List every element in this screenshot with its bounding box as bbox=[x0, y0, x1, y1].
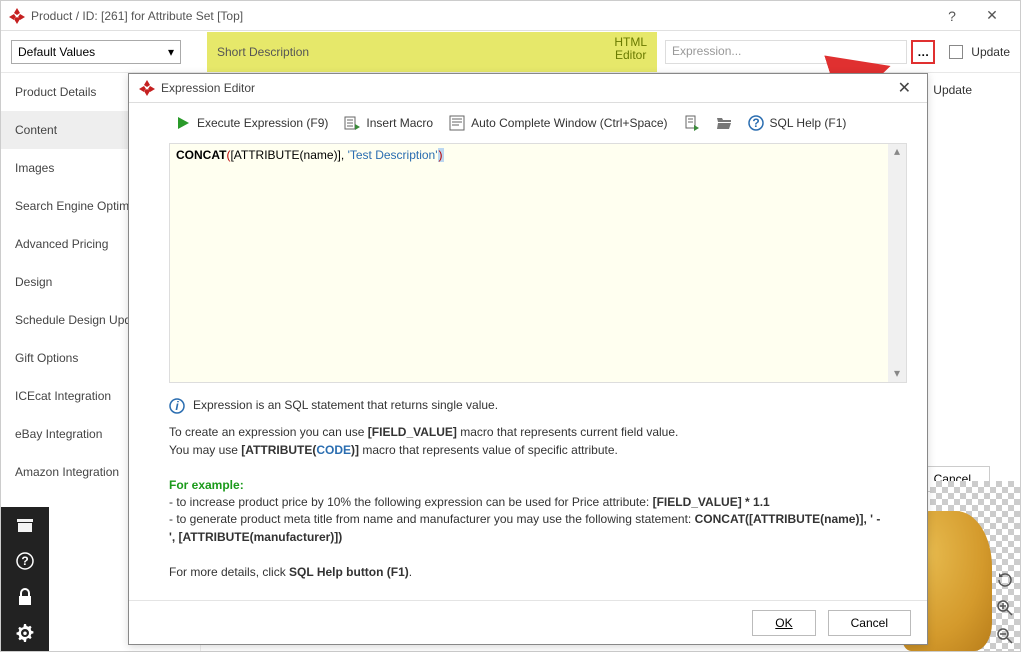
help-info-text: Expression is an SQL statement that retu… bbox=[193, 397, 498, 414]
help-for-example: For example: bbox=[169, 477, 887, 494]
help-example-1: - to increase product price by 10% the f… bbox=[169, 494, 887, 511]
insert-macro-icon bbox=[344, 115, 360, 131]
svg-text:?: ? bbox=[21, 554, 28, 568]
help-line-2: You may use [ATTRIBUTE(CODE)] macro that… bbox=[169, 442, 887, 459]
gear-icon[interactable] bbox=[1, 615, 49, 651]
dialog-footer: OK Cancel bbox=[129, 600, 927, 644]
archive-icon[interactable] bbox=[1, 507, 49, 543]
editor-scrollbar[interactable]: ▴ ▾ bbox=[888, 144, 906, 382]
top-row: Default Values ▾ Short Description HTML … bbox=[1, 31, 1020, 73]
help-line-1: To create an expression you can use [FIE… bbox=[169, 424, 887, 441]
expression-input[interactable]: Expression... bbox=[665, 40, 907, 64]
zoom-in-icon[interactable] bbox=[996, 599, 1014, 617]
script-icon bbox=[684, 115, 700, 131]
rotate-icon[interactable] bbox=[996, 571, 1014, 589]
auto-complete-button[interactable]: Auto Complete Window (Ctrl+Space) bbox=[443, 111, 673, 135]
dialog-toolbar: Execute Expression (F9) Insert Macro Aut… bbox=[129, 103, 927, 143]
help-more: For more details, click SQL Help button … bbox=[169, 564, 887, 581]
toolbar-open-button[interactable] bbox=[710, 111, 738, 135]
expression-editor-dialog: Expression Editor ✕ Execute Expression (… bbox=[128, 73, 928, 645]
execute-expression-button[interactable]: Execute Expression (F9) bbox=[169, 111, 334, 135]
zoom-out-icon[interactable] bbox=[996, 627, 1014, 645]
sql-help-button[interactable]: ? SQL Help (F1) bbox=[742, 111, 853, 135]
scroll-down-icon[interactable]: ▾ bbox=[888, 366, 906, 382]
window-close-button[interactable]: ✕ bbox=[972, 7, 1012, 24]
toolbar-extra-1[interactable] bbox=[678, 111, 706, 135]
chevron-down-icon: ▾ bbox=[168, 45, 174, 59]
cancel-button[interactable]: Cancel bbox=[828, 610, 911, 636]
dropdown-label: Default Values bbox=[18, 45, 95, 59]
svg-text:i: i bbox=[175, 399, 179, 413]
ok-button[interactable]: OK bbox=[752, 610, 815, 636]
app-logo-icon bbox=[9, 8, 25, 24]
update-label: Update bbox=[971, 45, 1010, 59]
code-editor[interactable]: CONCAT([ATTRIBUTE(name)], 'Test Descript… bbox=[169, 143, 907, 383]
dialog-title: Expression Editor bbox=[161, 81, 892, 95]
svg-text:?: ? bbox=[752, 116, 759, 130]
info-icon: i bbox=[169, 398, 185, 414]
html-editor-button[interactable]: HTML Editor bbox=[614, 36, 647, 62]
help-icon[interactable]: ? bbox=[1, 543, 49, 579]
dialog-titlebar: Expression Editor ✕ bbox=[129, 74, 927, 102]
play-icon bbox=[175, 115, 191, 131]
help-example-2: - to generate product meta title from na… bbox=[169, 511, 887, 546]
short-description-label: Short Description bbox=[217, 45, 309, 59]
short-description-field[interactable]: Short Description HTML Editor bbox=[207, 32, 657, 72]
update-checkbox[interactable] bbox=[949, 45, 963, 59]
scroll-up-icon[interactable]: ▴ bbox=[888, 144, 906, 160]
image-tools bbox=[996, 571, 1014, 645]
code-text[interactable]: CONCAT([ATTRIBUTE(name)], 'Test Descript… bbox=[170, 144, 888, 382]
help-button[interactable]: ? bbox=[932, 8, 972, 24]
autocomplete-icon bbox=[449, 115, 465, 131]
expression-editor-button[interactable]: … bbox=[911, 40, 935, 64]
help-panel: i Expression is an SQL statement that re… bbox=[129, 383, 927, 595]
sidebar-mini: ? bbox=[1, 507, 49, 651]
lock-icon[interactable] bbox=[1, 579, 49, 615]
window-titlebar: Product / ID: [261] for Attribute Set [T… bbox=[1, 1, 1020, 31]
folder-open-icon bbox=[716, 115, 732, 131]
window-title: Product / ID: [261] for Attribute Set [T… bbox=[31, 9, 932, 23]
app-logo-icon bbox=[139, 80, 155, 96]
insert-macro-button[interactable]: Insert Macro bbox=[338, 111, 439, 135]
values-dropdown[interactable]: Default Values ▾ bbox=[11, 40, 181, 64]
help-circle-icon: ? bbox=[748, 115, 764, 131]
dialog-close-button[interactable]: ✕ bbox=[892, 78, 917, 98]
